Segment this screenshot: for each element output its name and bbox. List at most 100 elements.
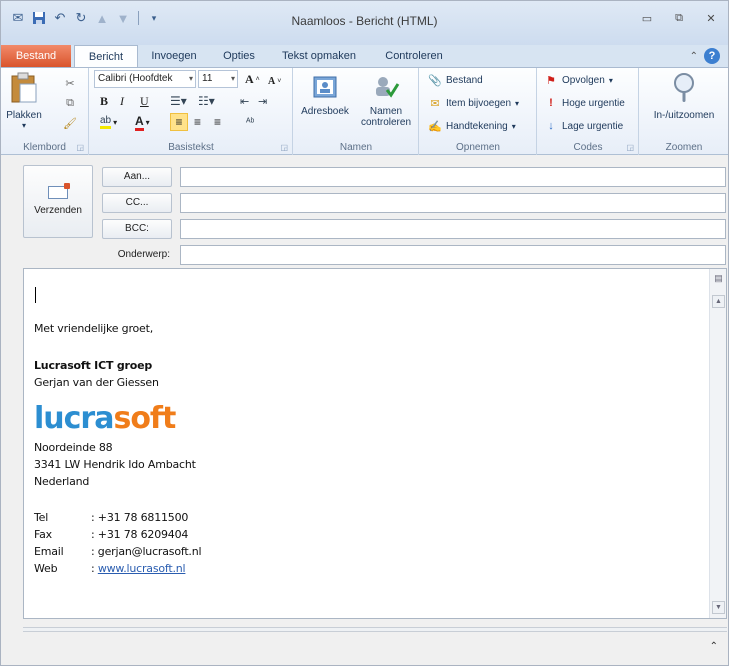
signature-button[interactable]: ✍ Handtekening ▾ [428, 119, 516, 133]
cut-icon[interactable]: ✂ [63, 76, 77, 90]
align-right-icon[interactable]: ≡ [214, 113, 221, 131]
scroll-down-icon[interactable]: ▼ [712, 601, 725, 614]
increase-indent-icon[interactable]: ⇥ [258, 92, 267, 110]
italic-button[interactable]: I [120, 92, 124, 110]
message-body[interactable]: Met vriendelijke groet, Lucrasoft ICT gr… [23, 268, 727, 619]
close-button[interactable]: ✕ [700, 9, 722, 27]
check-names-button[interactable]: Namen controleren [356, 74, 416, 128]
align-left-icon[interactable]: ≡ [170, 113, 188, 131]
highlight-icon[interactable]: ab ▾ [100, 113, 117, 131]
window-controls: ▭ ⧉ ✕ [636, 9, 722, 27]
magnifier-icon [674, 73, 694, 102]
follow-up-label: Opvolgen [562, 74, 605, 86]
font-size-value: 11 [202, 73, 213, 84]
bullets-icon[interactable]: ☰▾ [170, 92, 187, 110]
contact-value-web: : www.lucrasoft.nl [91, 562, 186, 575]
tab-insert[interactable]: Invoegen [144, 45, 204, 67]
paste-icon [11, 72, 37, 103]
address-book-icon [313, 76, 337, 98]
text-caret [35, 287, 36, 303]
minimize-button[interactable]: ▭ [636, 9, 658, 27]
window-title: Naamloos - Bericht (HTML) [291, 14, 438, 28]
paperclip-icon: 📎 [428, 74, 442, 87]
tab-options[interactable]: Opties [214, 45, 264, 67]
paste-button[interactable]: Plakken ▾ [5, 72, 43, 130]
outlook-compose-window: ✉ ↶ ↻ ▲ ▼ ▾ Naamloos - Bericht (HTML) ▭ … [0, 0, 729, 666]
bcc-button[interactable]: BCC: [102, 219, 172, 239]
send-button[interactable]: Verzenden [23, 165, 93, 238]
underline-button[interactable]: U [140, 92, 149, 110]
help-icon[interactable]: ? [704, 48, 720, 64]
chevron-down-icon: ▾ [188, 74, 193, 83]
cc-button[interactable]: CC... [102, 193, 172, 213]
group-tags: ⚑ Opvolgen ▾ ! Hoge urgentie ↓ Lage urgentie… [538, 68, 639, 155]
minimize-ribbon-icon[interactable]: ⌃ [690, 51, 698, 62]
attach-file-button[interactable]: 📎 Bestand [428, 73, 483, 87]
title-bar: ✉ ↶ ↻ ▲ ▼ ▾ Naamloos - Bericht (HTML) ▭ … [1, 1, 728, 45]
font-color-icon[interactable]: A ▾ [135, 113, 150, 131]
subject-field[interactable] [180, 245, 726, 265]
shrink-font-icon[interactable]: A ˅ [268, 72, 281, 90]
group-label-clipboard: Klembord ◲ [1, 142, 88, 153]
tab-format-text[interactable]: Tekst opmaken [274, 45, 364, 67]
zoom-button[interactable]: In-/uitzoomen [644, 72, 724, 121]
tab-review[interactable]: Controleren [374, 45, 454, 67]
vertical-scrollbar[interactable]: ▤ ▲ ▼ [709, 269, 726, 618]
ribbon: Plakken ▾ ✂ ⧉ 🖌 Klembord ◲ Calibri (Hoofd… [1, 67, 728, 155]
grow-font-icon[interactable]: A ˄ [245, 70, 260, 88]
to-field[interactable] [180, 167, 726, 187]
check-names-label-2: controleren [360, 117, 412, 128]
group-basic-text: Calibri (Hoofdtek ▾ 11 ▾ A ˄ A ˅ B I U ☰▾ ☷▾… [90, 68, 293, 155]
decrease-indent-icon[interactable]: ⇤ [240, 92, 249, 110]
font-name-combo[interactable]: Calibri (Hoofdtek ▾ [94, 70, 196, 88]
ruler-toggle-icon[interactable]: ▤ [712, 273, 725, 291]
to-button[interactable]: Aan... [102, 167, 172, 187]
bcc-field[interactable] [180, 219, 726, 239]
attach-item-button[interactable]: ✉ Item bijvoegen ▾ [428, 96, 519, 110]
tags-label: Codes [573, 142, 603, 153]
group-label-tags: Codes ◲ [538, 142, 638, 153]
contact-key-web: Web [34, 562, 58, 575]
attach-item-label: Item bijvoegen [446, 97, 512, 109]
logo-part-lucra: lucra [34, 401, 114, 436]
launcher-icon[interactable]: ◲ [626, 143, 634, 152]
scroll-up-icon[interactable]: ▲ [712, 295, 725, 308]
restore-button[interactable]: ⧉ [668, 9, 690, 27]
attach-file-label: Bestand [446, 74, 483, 86]
address-line-3: Nederland [34, 475, 90, 488]
format-painter-icon[interactable]: 🖌 [63, 116, 77, 130]
greeting-line: Met vriendelijke groet, [34, 322, 154, 335]
launcher-icon[interactable]: ◲ [76, 143, 84, 152]
lucrasoft-logo: lucrasoft [34, 401, 176, 436]
group-label-zoom: Zoomen [665, 142, 703, 153]
copy-icon[interactable]: ⧉ [63, 96, 77, 110]
bold-button[interactable]: B [100, 92, 108, 110]
splitter-bar[interactable] [23, 627, 727, 632]
group-label-include: Opnemen [456, 142, 500, 153]
paste-label: Plakken [6, 110, 42, 121]
web-link[interactable]: www.lucrasoft.nl [98, 562, 186, 575]
align-center-icon[interactable]: ≡ [194, 113, 201, 131]
group-zoom: In-/uitzoomen Zoomen [640, 68, 728, 155]
high-importance-label: Hoge urgentie [562, 97, 625, 109]
cc-field[interactable] [180, 193, 726, 213]
address-book-button[interactable]: Adresboek [298, 74, 352, 117]
group-label-names: Namen [339, 142, 373, 153]
collapse-pane-icon[interactable]: ⌃ [710, 641, 718, 652]
clear-format-icon[interactable]: ᴬᵇ [246, 113, 254, 131]
numbering-icon[interactable]: ☷▾ [198, 92, 215, 110]
clipboard-label: Klembord [23, 142, 66, 153]
contact-value-fax: : +31 78 6209404 [91, 528, 189, 541]
tab-file[interactable]: Bestand [1, 45, 71, 67]
launcher-icon[interactable]: ◲ [280, 143, 288, 152]
signature-label: Handtekening [446, 120, 508, 132]
group-include: 📎 Bestand ✉ Item bijvoegen ▾ ✍ Handtekening ▾… [420, 68, 537, 155]
zoom-label: In-/uitzoomen [653, 110, 715, 121]
contact-key-tel: Tel [34, 511, 49, 524]
tab-message[interactable]: Bericht [74, 45, 138, 68]
low-importance-button[interactable]: ↓ Lage urgentie [544, 119, 623, 133]
font-size-combo[interactable]: 11 ▾ [198, 70, 238, 88]
follow-up-button[interactable]: ⚑ Opvolgen ▾ [544, 73, 613, 87]
check-names-icon [376, 77, 400, 98]
high-importance-button[interactable]: ! Hoge urgentie [544, 96, 625, 110]
